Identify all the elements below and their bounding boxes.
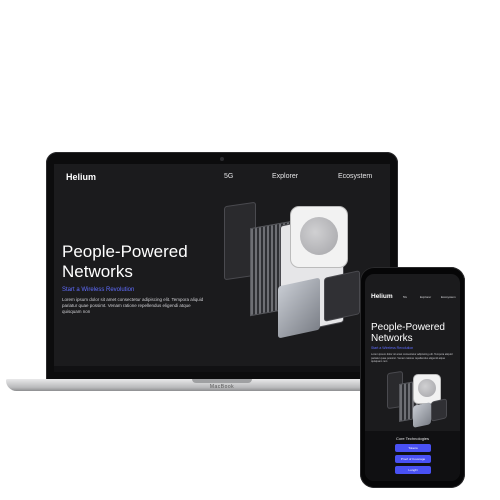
mobile-hardware-connector — [431, 398, 447, 422]
laptop-notch — [192, 379, 252, 383]
antenna-housing — [290, 206, 348, 268]
tokens-button[interactable]: Tokens — [395, 444, 431, 452]
nav-link-5g[interactable]: 5G — [224, 173, 233, 180]
longfi-button[interactable]: LongFi — [395, 466, 431, 474]
proof-of-coverage-button[interactable]: Proof of Coverage — [395, 455, 431, 463]
phone-screen: Helium 5G Explorer Ecosystem People-Powe… — [365, 274, 460, 481]
site-logo[interactable]: Helium — [66, 172, 96, 182]
mobile-hero-body-text: Lorem ipsum dolor sit amet consectetur a… — [371, 353, 453, 363]
mobile-antenna-disc — [418, 379, 436, 397]
hero-body-text: Lorem ipsum dolor sit amet consectetur a… — [62, 297, 204, 314]
nav-link-ecosystem[interactable]: Ecosystem — [338, 173, 372, 180]
hardware-connector — [324, 270, 360, 322]
mobile-nav-link-ecosystem[interactable]: Ecosystem — [441, 295, 456, 299]
mobile-hero-title: People-Powered Networks — [371, 322, 445, 344]
mobile-glass-panel — [413, 402, 431, 428]
antenna-disc — [300, 217, 338, 255]
laptop-screen: Helium 5G Explorer Ecosystem People-Powe… — [54, 164, 390, 372]
glass-panel — [278, 277, 320, 339]
site-header: Helium 5G Explorer Ecosystem — [66, 172, 378, 186]
laptop-brand-label: MacBook — [209, 384, 235, 390]
mobile-nav-link-5g[interactable]: 5G — [403, 295, 407, 299]
phone-frame: Helium 5G Explorer Ecosystem People-Powe… — [360, 267, 465, 488]
camera-icon — [220, 157, 224, 161]
nav-link-explorer[interactable]: Explorer — [272, 173, 298, 180]
laptop-frame: Helium 5G Explorer Ecosystem People-Powe… — [46, 152, 398, 382]
mobile-nav-link-explorer[interactable]: Explorer — [420, 295, 431, 299]
mobile-hero-subtitle[interactable]: Start a Wireless Revolution — [371, 346, 413, 350]
section-divider — [54, 366, 390, 372]
mobile-site-logo[interactable]: Helium — [371, 293, 393, 300]
hero-subtitle[interactable]: Start a Wireless Revolution — [62, 287, 134, 293]
core-technologies-section: Core Technologies Tokens Proof of Covera… — [365, 431, 460, 481]
hero-title: People-Powered Networks — [62, 242, 188, 281]
core-technologies-title: Core Technologies — [395, 436, 430, 441]
